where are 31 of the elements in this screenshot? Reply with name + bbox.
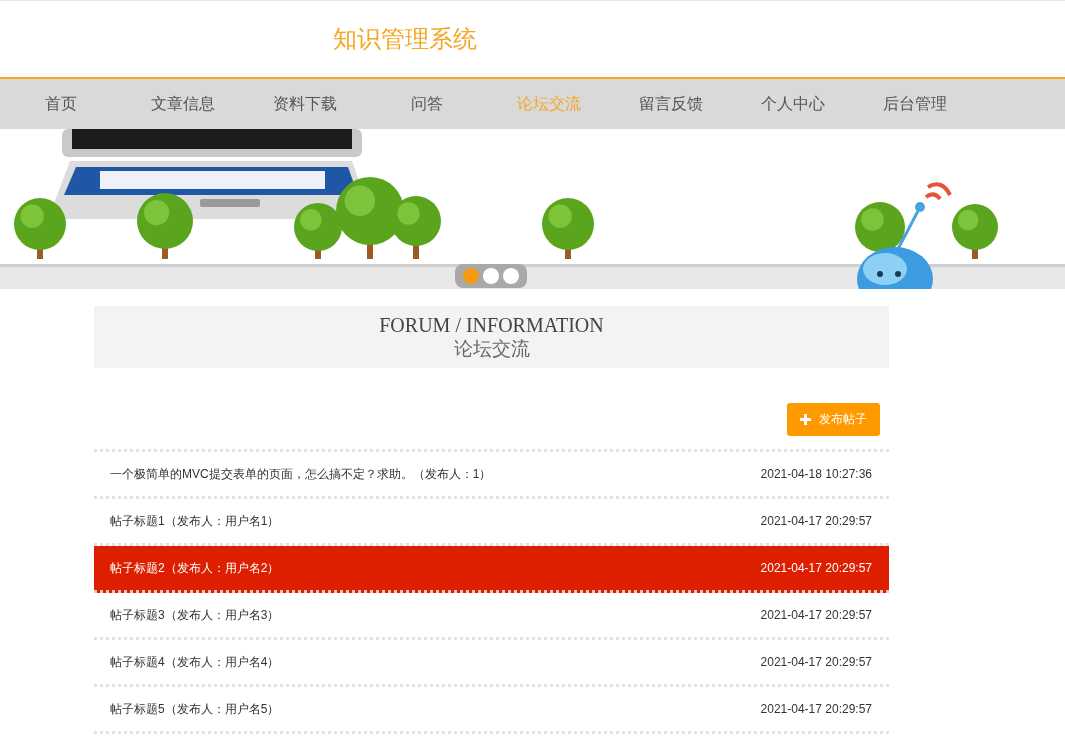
- post-row[interactable]: 帖子标题2（发布人：用户名2） 2021-04-17 20:29:57: [94, 546, 889, 593]
- section-title-english: FORUM / INFORMATION: [379, 313, 604, 337]
- nav-link[interactable]: 问答: [366, 79, 488, 129]
- post-date: 2021-04-17 20:29:57: [760, 702, 872, 716]
- post-date: 2021-04-17 20:29:57: [760, 608, 872, 622]
- plus-icon: [800, 414, 811, 425]
- post-title: 帖子标题2（发布人：用户名2）: [110, 559, 280, 577]
- post-row[interactable]: 帖子标题3（发布人：用户名3） 2021-04-17 20:29:57: [94, 593, 889, 640]
- post-date: 2021-04-17 20:29:57: [760, 514, 872, 528]
- site-title: 知识管理系统: [333, 24, 477, 54]
- section-title: 论坛交流: [453, 337, 530, 361]
- post-row[interactable]: 一个极简单的MVC提交表单的页面，怎么搞不定？求助。（发布人：1） 2021-04-18 10:27:36: [94, 452, 889, 499]
- nav-link[interactable]: 文章信息: [122, 79, 244, 129]
- post-row[interactable]: 帖子标题4（发布人：用户名4） 2021-04-17 20:29:57: [94, 640, 889, 687]
- nav-link[interactable]: 留言反馈: [610, 79, 732, 129]
- nav-link[interactable]: 个人中心: [732, 79, 854, 129]
- nav-link[interactable]: 资料下载: [244, 79, 366, 129]
- post-date: 2021-04-17 20:29:57: [760, 655, 872, 669]
- carousel-dot[interactable]: [503, 268, 519, 284]
- post-title: 帖子标题4（发布人：用户名4）: [110, 653, 280, 671]
- post-row[interactable]: 帖子标题5（发布人：用户名5） 2021-04-17 20:29:57: [94, 687, 889, 734]
- nav-link[interactable]: 首页: [0, 79, 122, 129]
- carousel-dot[interactable]: [463, 268, 479, 284]
- post-date: 2021-04-17 20:29:57: [760, 561, 872, 575]
- post-title: 帖子标题5（发布人：用户名5）: [110, 700, 280, 718]
- nav-link[interactable]: 后台管理: [854, 79, 976, 129]
- post-title: 帖子标题1（发布人：用户名1）: [110, 512, 280, 530]
- post-title: 帖子标题3（发布人：用户名3）: [110, 606, 280, 624]
- post-date: 2021-04-18 10:27:36: [760, 467, 872, 481]
- post-title: 一个极简单的MVC提交表单的页面，怎么搞不定？求助。（发布人：1）: [110, 465, 492, 483]
- carousel-dot[interactable]: [483, 268, 499, 284]
